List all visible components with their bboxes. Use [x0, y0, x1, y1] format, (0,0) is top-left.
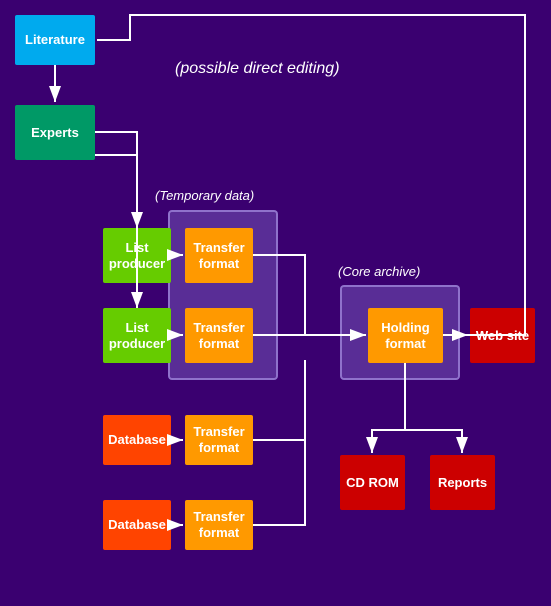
transfer-format-4-label: Transfer format — [189, 509, 249, 540]
cd-rom-label: CD ROM — [346, 475, 399, 491]
database-2-label: Database — [108, 517, 166, 533]
temporary-data-label: (Temporary data) — [155, 188, 254, 203]
list-producer-2-box: List producer — [103, 308, 171, 363]
experts-box: Experts — [15, 105, 95, 160]
holding-format-box: Holding format — [368, 308, 443, 363]
web-site-label: Web site — [476, 328, 529, 344]
cd-rom-box: CD ROM — [340, 455, 405, 510]
transfer-format-4-box: Transfer format — [185, 500, 253, 550]
list-producer-1-label: List producer — [107, 240, 167, 271]
list-producer-1-box: List producer — [103, 228, 171, 283]
database-1-box: Database — [103, 415, 171, 465]
reports-box: Reports — [430, 455, 495, 510]
database-2-box: Database — [103, 500, 171, 550]
transfer-format-1-label: Transfer format — [189, 240, 249, 271]
transfer-format-3-box: Transfer format — [185, 415, 253, 465]
core-archive-label: (Core archive) — [338, 264, 420, 279]
holding-format-label: Holding format — [372, 320, 439, 351]
experts-label: Experts — [31, 125, 79, 141]
database-1-label: Database — [108, 432, 166, 448]
reports-label: Reports — [438, 475, 487, 491]
transfer-format-2-box: Transfer format — [185, 308, 253, 363]
literature-label: Literature — [25, 32, 85, 48]
list-producer-2-label: List producer — [107, 320, 167, 351]
possible-direct-editing-label: (possible direct editing) — [175, 60, 340, 78]
web-site-box: Web site — [470, 308, 535, 363]
literature-box: Literature — [15, 15, 95, 65]
transfer-format-2-label: Transfer format — [189, 320, 249, 351]
transfer-format-3-label: Transfer format — [189, 424, 249, 455]
transfer-format-1-box: Transfer format — [185, 228, 253, 283]
